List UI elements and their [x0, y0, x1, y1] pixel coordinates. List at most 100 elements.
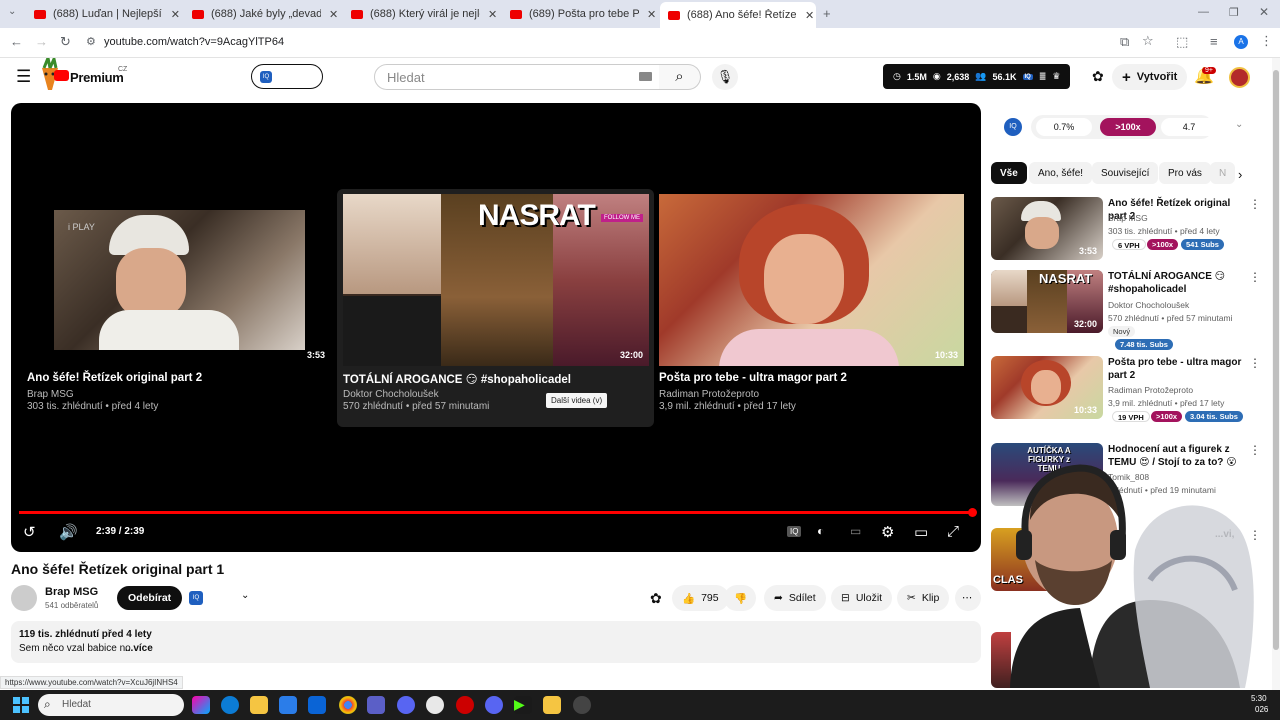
endcard-thumbnail-1[interactable]: i PLAY — [54, 210, 305, 350]
autoplay-toggle-icon[interactable]: ◐ — [817, 524, 824, 538]
rec-title[interactable]: Pošta pro tebe - ultra magor part 2 — [1108, 356, 1243, 382]
close-icon[interactable]: ✕ — [171, 8, 180, 21]
close-icon[interactable]: ✕ — [805, 9, 814, 22]
subtitles-icon[interactable]: ▭ — [850, 524, 861, 538]
forward-icon[interactable]: → — [35, 34, 48, 49]
edge-icon[interactable] — [221, 696, 239, 714]
video-player[interactable]: i PLAY 3:53 Ano šéfe! Řetízek original p… — [11, 103, 981, 552]
user-avatar[interactable] — [1229, 67, 1250, 88]
carrot-extension-icon[interactable]: ✿ — [650, 590, 662, 607]
chevron-down-icon[interactable]: ⌄ — [241, 590, 249, 601]
install-app-icon[interactable]: ⧉ — [1120, 34, 1129, 50]
ratio-value-2[interactable]: >100x — [1100, 118, 1156, 136]
rec-channel[interactable]: Brap MSG — [1108, 213, 1148, 223]
clip-button[interactable]: ✂ Klip — [897, 585, 950, 611]
chrome-icon[interactable] — [339, 696, 357, 714]
endcard-title-2[interactable]: TOTÁLNÍ AROGANCE 😏 #shopaholicadel — [343, 372, 571, 386]
ratio-value-3[interactable]: 4.7 — [1161, 118, 1217, 136]
taskbar-search-input[interactable]: ⌕ Hledat — [38, 694, 184, 716]
chip-ano-sefe[interactable]: Ano, šéfe! — [1029, 162, 1093, 184]
chip-related[interactable]: Související — [1092, 162, 1159, 184]
bookmark-star-icon[interactable]: ☆ — [1142, 33, 1154, 49]
extensions-icon[interactable]: ⬚ — [1176, 34, 1188, 50]
rec-thumbnail[interactable]: 10:33 — [991, 356, 1103, 419]
like-button[interactable]: 👍 795 — [672, 585, 729, 611]
url-field[interactable]: youtube.com/watch?v=9AcagYlTP64 — [104, 36, 284, 48]
mail-icon[interactable] — [308, 696, 326, 714]
replay-icon[interactable]: ↺ — [23, 523, 36, 541]
volume-icon[interactable]: 🔊 — [59, 523, 78, 541]
browser-tab-3[interactable]: (688) Který virál je nejlegendárn ✕ — [343, 3, 501, 25]
iq-logo-icon[interactable]: IQ — [189, 591, 203, 605]
profile-avatar[interactable]: A — [1234, 35, 1248, 49]
more-vert-icon[interactable]: ⋮ — [1249, 270, 1261, 284]
theater-mode-icon[interactable]: ▭ — [914, 523, 928, 541]
rec-thumbnail[interactable]: NASRAT 32:00 — [991, 270, 1103, 333]
play-icon[interactable]: ▶ — [514, 696, 532, 714]
description-box[interactable]: 119 tis. zhlédnutí před 4 lety Sem něco … — [11, 621, 981, 663]
browser-tab-5-active[interactable]: (688) Ano šéfe! Řetízek original ✕ — [660, 2, 816, 28]
back-icon[interactable]: ← — [10, 34, 23, 49]
recommended-video-2[interactable]: NASRAT 32:00 TOTÁLNÍ AROGANCE 😏 #shopaho… — [991, 270, 1271, 350]
close-icon[interactable]: ✕ — [647, 8, 656, 21]
iq-player-icon[interactable]: IQ — [787, 526, 802, 537]
scrubber-handle[interactable] — [968, 508, 977, 517]
channel-stats-widget[interactable]: ◷ 1.5M ◉ 2,638 👥 56.1K IQ ≣ ♛ — [883, 64, 1070, 89]
more-vert-icon[interactable]: ⋮ — [1249, 443, 1261, 457]
fullscreen-icon[interactable]: ⤢ — [947, 523, 959, 540]
close-icon[interactable]: ✕ — [488, 8, 497, 21]
reading-list-icon[interactable]: ≡ — [1210, 34, 1218, 49]
chip-more[interactable]: N — [1210, 162, 1236, 184]
windows-start-icon[interactable] — [13, 697, 29, 713]
chevron-right-icon[interactable]: › — [1238, 167, 1242, 182]
app-red-icon[interactable] — [456, 696, 474, 714]
minimize-icon[interactable]: — — [1198, 6, 1209, 18]
dislike-button[interactable]: 👎 — [724, 585, 756, 611]
endcard-title-1[interactable]: Ano šéfe! Řetízek original part 2 — [27, 372, 202, 384]
rec-channel[interactable]: Radiman Protožeproto — [1108, 385, 1193, 395]
file-explorer-icon[interactable] — [250, 696, 268, 714]
rockstar-icon[interactable] — [543, 696, 561, 714]
more-vert-icon[interactable]: ⋮ — [1249, 197, 1261, 211]
progress-bar[interactable] — [19, 511, 974, 514]
more-vert-icon[interactable]: ⋮ — [1249, 356, 1261, 370]
browser-tab-2[interactable]: (688) Jaké byly „devadesátky" p ✕ — [184, 3, 342, 25]
create-button[interactable]: + Vytvořit — [1112, 64, 1188, 90]
more-actions-button[interactable]: ⋯ — [955, 585, 981, 611]
close-window-icon[interactable]: ✕ — [1259, 5, 1269, 19]
recommended-video-3[interactable]: 10:33 Pošta pro tebe - ultra magor part … — [991, 356, 1271, 422]
page-scrollbar[interactable] — [1272, 58, 1280, 690]
endcard-thumbnail-2[interactable]: NASRAT FOLLOW ME — [343, 194, 649, 366]
scrollbar-thumb[interactable] — [1273, 70, 1279, 650]
logo-text[interactable]: Premium — [70, 70, 124, 85]
rec-title[interactable]: TOTÁLNÍ AROGANCE 😏 #shopaholicadel — [1108, 270, 1243, 296]
maximize-icon[interactable]: ❐ — [1229, 6, 1239, 19]
wordpress-icon[interactable] — [426, 696, 444, 714]
save-button[interactable]: ⊟ Uložit — [831, 585, 893, 611]
close-icon[interactable]: ✕ — [329, 8, 338, 21]
tab-list-icon[interactable]: ⌄ — [8, 6, 16, 17]
new-tab-icon[interactable]: + — [823, 6, 831, 21]
iq-extension-button[interactable]: IQ — [251, 64, 323, 89]
subscribe-button[interactable]: Odebírat — [117, 586, 183, 610]
site-info-icon[interactable]: ⚙ — [86, 35, 96, 48]
settings-gear-icon[interactable]: ⚙ — [881, 523, 894, 541]
description-more-link[interactable]: ...více — [125, 643, 153, 654]
browser-tab-4[interactable]: (689) Pošta pro tebe Proklínám ✕ — [502, 3, 660, 25]
app-icon[interactable] — [397, 696, 415, 714]
carrot-extension-icon[interactable]: ✿ — [1092, 68, 1104, 85]
copilot-icon[interactable] — [192, 696, 210, 714]
channel-name[interactable]: Brap MSG — [45, 586, 98, 598]
menu-dots-icon[interactable]: ⋮ — [1260, 33, 1273, 49]
rec-channel[interactable]: Doktor Chocholoušek — [1108, 300, 1189, 310]
channel-avatar[interactable] — [11, 585, 37, 611]
store-icon[interactable] — [279, 696, 297, 714]
ratio-value-1[interactable]: 0.7% — [1036, 118, 1092, 136]
chevron-down-icon[interactable]: ⌄ — [1235, 119, 1243, 130]
voice-search-button[interactable]: 🎙 — [712, 64, 738, 90]
search-button[interactable]: ⌕ — [659, 64, 701, 90]
teams-icon[interactable] — [367, 696, 385, 714]
browser-tab-1[interactable]: (688) Luďan | Nejlepší hlášky | N ✕ — [26, 3, 180, 25]
reload-icon[interactable]: ↻ — [60, 34, 71, 50]
endcard-thumbnail-3[interactable] — [659, 194, 964, 366]
